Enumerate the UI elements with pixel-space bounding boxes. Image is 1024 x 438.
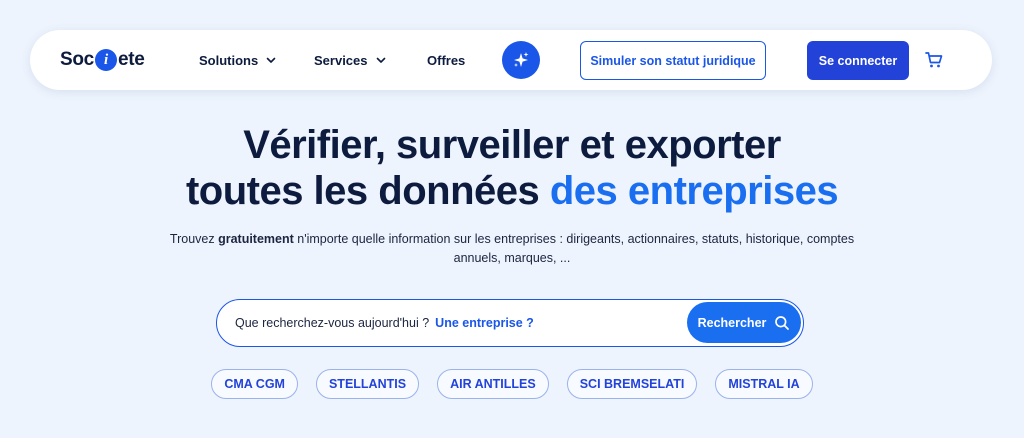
hero-subtitle: Trouvez gratuitement n'importe quelle in… — [150, 230, 874, 268]
quick-links: CMA CGM STELLANTIS AIR ANTILLES SCI BREM… — [0, 369, 1024, 399]
subtitle-bold: gratuitement — [218, 232, 294, 246]
logo-i-badge: i — [94, 49, 117, 71]
quick-link-chip[interactable]: AIR ANTILLES — [437, 369, 549, 399]
search-button-label: Rechercher — [697, 315, 767, 330]
logo[interactable]: Soc i ete — [60, 46, 145, 74]
search-input[interactable]: Que recherchez-vous aujourd'hui ? Une en… — [235, 300, 534, 345]
cart-icon[interactable] — [924, 50, 944, 70]
search-suggestion: Une entreprise ? — [435, 315, 534, 330]
hero-title-line1: Vérifier, surveiller et exporter — [243, 123, 781, 167]
nav-offres[interactable]: Offres — [427, 30, 465, 90]
subtitle-start: Trouvez — [169, 232, 219, 246]
subtitle-end: n'importe quelle information sur les ent… — [293, 232, 855, 265]
quick-link-chip[interactable]: STELLANTIS — [315, 369, 420, 399]
quick-link-chip[interactable]: SCI BREMSELATI — [566, 369, 698, 399]
search-bar[interactable]: Que recherchez-vous aujourd'hui ? Une en… — [216, 299, 804, 347]
hero-title: Vérifier, surveiller et exporter toutes … — [0, 122, 1024, 214]
search-icon — [775, 315, 790, 330]
nav-solutions-label: Solutions — [199, 52, 259, 68]
navbar: Soc i ete Solutions Services Offres Simu… — [30, 30, 992, 90]
quick-link-chip[interactable]: MISTRAL IA — [715, 369, 813, 399]
search-button[interactable]: Rechercher — [687, 302, 801, 343]
ai-assistant-button[interactable] — [502, 41, 540, 79]
nav-solutions[interactable]: Solutions — [199, 30, 276, 90]
nav-offres-label: Offres — [427, 52, 466, 68]
logo-text-start: Soc — [60, 49, 94, 70]
sparkle-icon — [514, 52, 529, 67]
nav-services[interactable]: Services — [314, 30, 386, 90]
chevron-down-icon — [266, 57, 276, 63]
logo-text-end: ete — [117, 49, 145, 70]
search-placeholder-text: Que recherchez-vous aujourd'hui ? — [235, 315, 430, 330]
login-button[interactable]: Se connecter — [807, 41, 909, 80]
hero-title-accent: des entreprises — [549, 169, 839, 213]
quick-link-chip[interactable]: CMA CGM — [211, 369, 298, 399]
hero-title-line2: toutes les données — [185, 169, 550, 213]
nav-services-label: Services — [314, 52, 368, 68]
chevron-down-icon — [376, 57, 385, 63]
simulate-legal-status-button[interactable]: Simuler son statut juridique — [580, 41, 766, 80]
